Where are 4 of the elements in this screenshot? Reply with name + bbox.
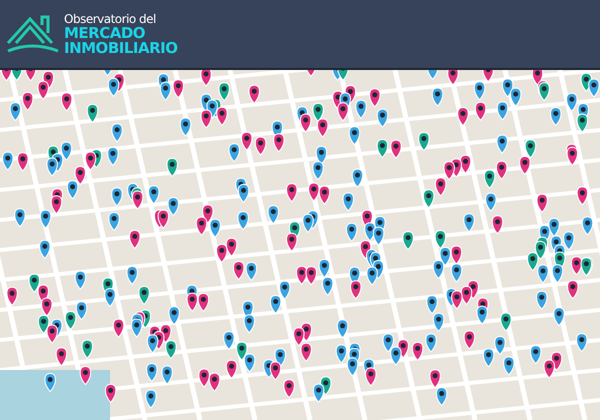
logo-text: MERCADO xyxy=(64,26,146,40)
logo-text: INMOBILIARIO xyxy=(64,40,178,56)
house-roof-logo-icon xyxy=(6,13,60,55)
logo-text: Observatorio del xyxy=(64,12,157,24)
